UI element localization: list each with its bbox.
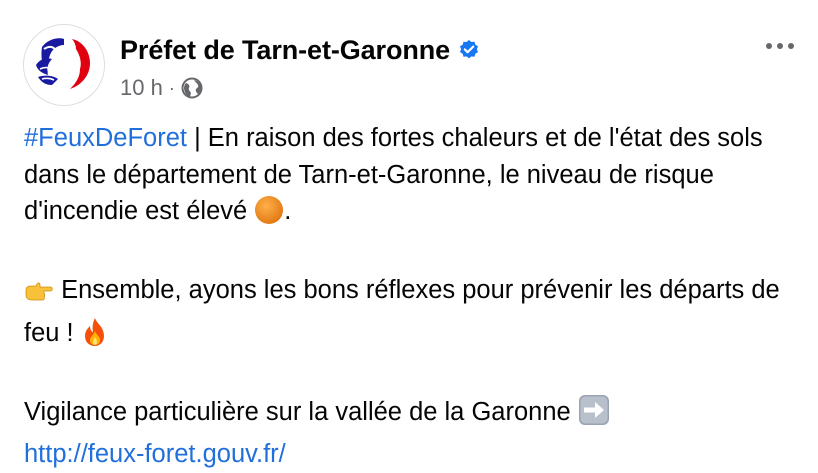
paragraph-2-text: Ensemble, ayons les bons réflexes pour p… [24,276,780,347]
pointing-right-hand-emoji [24,278,54,315]
post-paragraph-3: Vigilance particulière sur la vallée de … [24,394,804,473]
post-header: Préfet de Tarn-et-Garonne [120,32,480,68]
more-options-icon-dot [777,43,783,49]
external-link[interactable]: http://feux-foret.gouv.fr/ [24,440,286,468]
fire-emoji [81,317,109,358]
post-text: #FeuxDeForet | En raison des fortes chal… [24,120,804,473]
more-options-icon-dot [788,43,794,49]
paragraph-3-text: Vigilance particulière sur la vallée de … [24,397,578,426]
page-avatar[interactable] [23,24,105,106]
post-meta: 10 h · [120,74,203,102]
post-paragraph-1: #FeuxDeForet | En raison des fortes chal… [24,120,804,236]
more-options-icon [766,43,772,49]
post-timestamp[interactable]: 10 h [120,75,163,101]
verified-badge-icon [458,39,480,61]
marianne-logo-icon [24,25,104,105]
orange-circle-emoji [254,195,284,236]
right-arrow-emoji [578,394,610,437]
more-options-button[interactable] [760,34,800,58]
paragraph-1-end: . [284,197,292,225]
globe-icon [181,77,203,99]
page-name-link[interactable]: Préfet de Tarn-et-Garonne [120,35,450,66]
meta-separator: · [168,77,175,98]
post-paragraph-2: Ensemble, ayons les bons réflexes pour p… [24,272,804,357]
hashtag-link[interactable]: #FeuxDeForet [24,124,187,152]
